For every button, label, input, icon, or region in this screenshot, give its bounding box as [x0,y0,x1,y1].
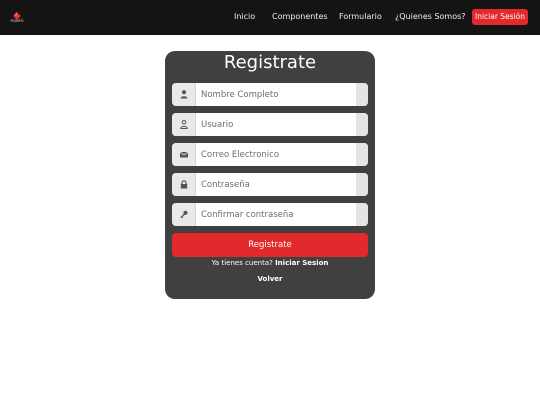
nav-link-quienes-somos[interactable]: ¿Quienes Somos? [395,11,466,23]
user-outline-icon [172,113,196,136]
logo[interactable]: PCINFO [8,11,26,25]
full-name-field [172,83,368,106]
full-name-input[interactable] [196,83,356,106]
account-prompt: Ya tienes cuenta? [211,259,273,267]
email-input[interactable] [196,143,356,166]
nav-link-inicio[interactable]: Inicio [234,11,255,23]
login-link[interactable]: Iniciar Sesion [275,259,328,267]
register-button[interactable]: Registrate [172,233,368,257]
back-link[interactable]: Volver [165,274,375,284]
username-field [172,113,368,136]
confirm-password-input[interactable] [196,203,356,226]
account-prompt-line: Ya tienes cuenta? Iniciar Sesion [165,258,375,268]
password-field [172,173,368,196]
nav-link-formulario[interactable]: Formulario [339,11,382,23]
form-title: Registrate [223,52,317,73]
confirm-password-field [172,203,368,226]
lock-icon [172,173,196,196]
key-icon [172,203,196,226]
password-input[interactable] [196,173,356,196]
username-input[interactable] [196,113,356,136]
nav-link-componentes[interactable]: Componentes [272,11,328,23]
navbar: PCINFO Inicio Componentes Formulario ¿Qu… [0,0,540,35]
login-button[interactable]: Iniciar Sesión [472,9,528,25]
envelope-icon [172,143,196,166]
email-field [172,143,368,166]
logo-text: PCINFO [10,19,24,23]
user-icon [172,83,196,106]
